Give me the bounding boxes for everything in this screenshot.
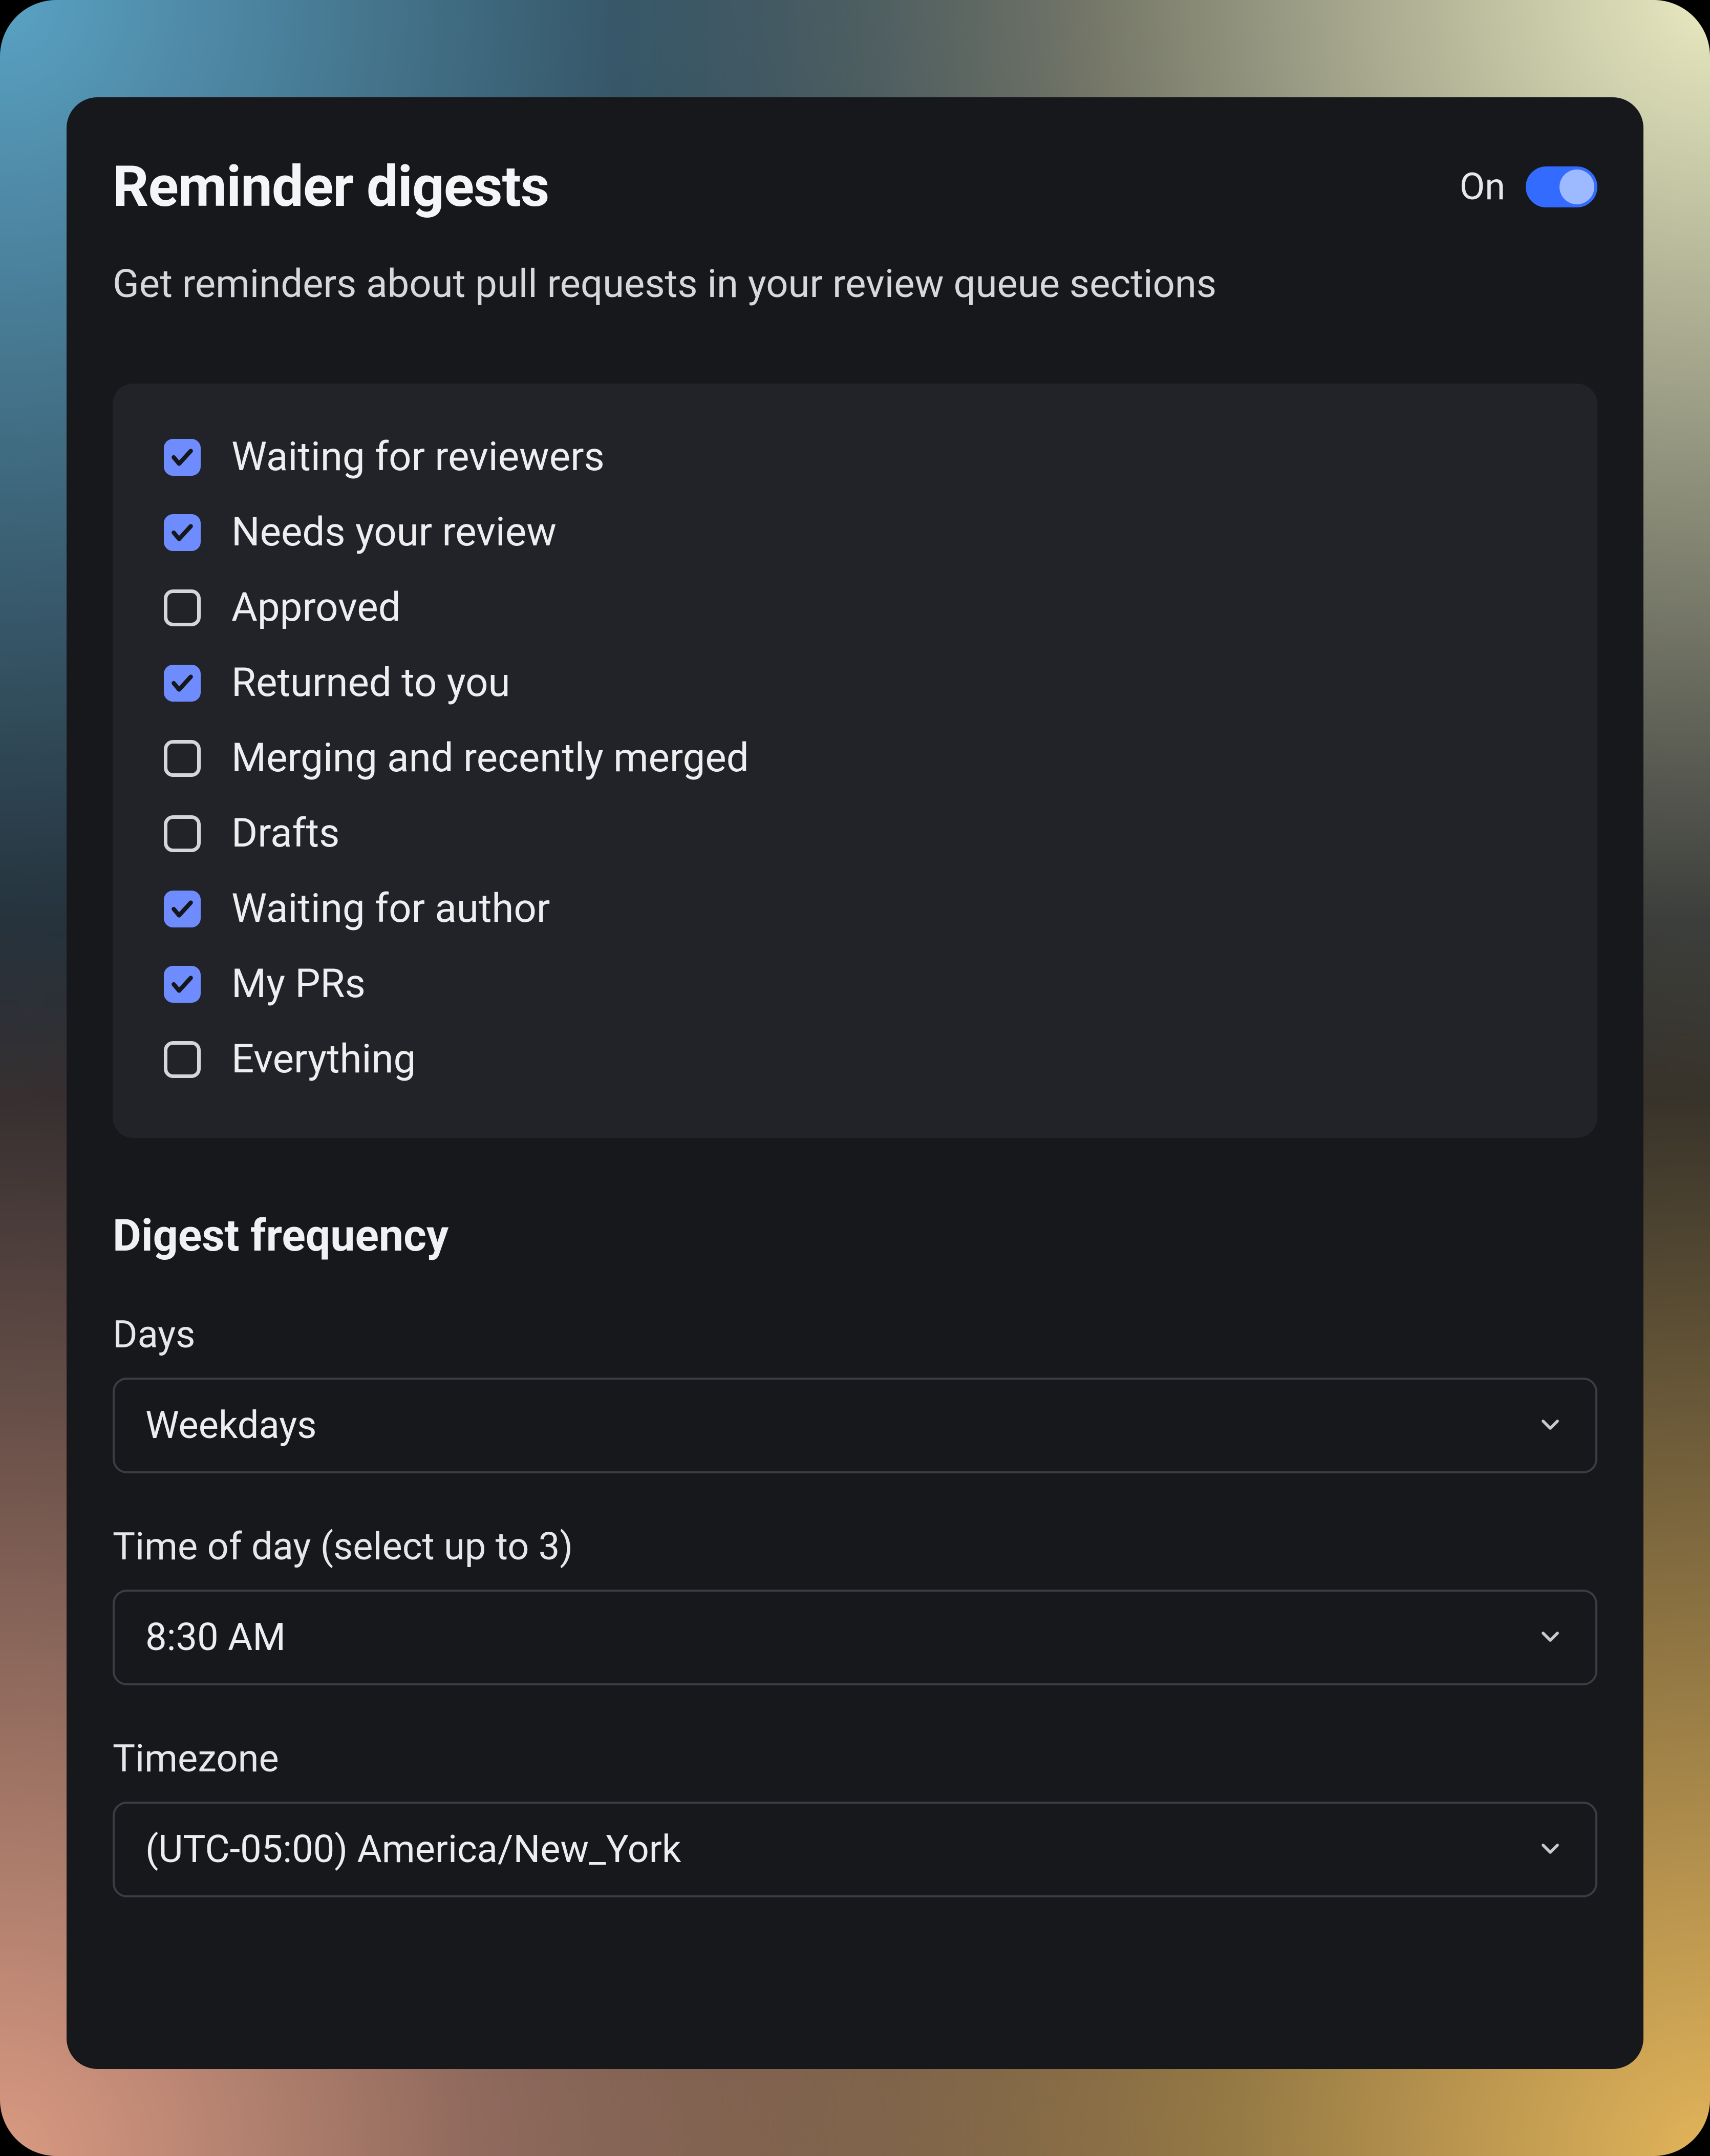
days-select[interactable]: Weekdays bbox=[113, 1378, 1597, 1473]
header-row: Reminder digests On bbox=[113, 154, 1597, 220]
section-label: Everything bbox=[231, 1036, 416, 1083]
page-title: Reminder digests bbox=[113, 154, 549, 220]
section-row[interactable]: Everything bbox=[164, 1022, 1546, 1097]
section-row[interactable]: My PRs bbox=[164, 946, 1546, 1022]
section-checkbox[interactable] bbox=[164, 1041, 201, 1078]
time-value: 8:30 AM bbox=[145, 1615, 286, 1660]
timezone-label: Timezone bbox=[113, 1737, 1597, 1781]
section-checkbox[interactable] bbox=[164, 665, 201, 702]
section-label: Returned to you bbox=[231, 660, 510, 706]
time-label: Time of day (select up to 3) bbox=[113, 1525, 1597, 1569]
frequency-heading: Digest frequency bbox=[113, 1210, 1597, 1261]
section-row[interactable]: Merging and recently merged bbox=[164, 721, 1546, 796]
section-label: Waiting for author bbox=[231, 885, 550, 932]
section-checkbox[interactable] bbox=[164, 439, 201, 476]
section-row[interactable]: Waiting for reviewers bbox=[164, 419, 1546, 495]
chevron-down-icon bbox=[1536, 1410, 1565, 1441]
chevron-down-icon bbox=[1536, 1622, 1565, 1653]
timezone-select[interactable]: (UTC-05:00) America/New_York bbox=[113, 1802, 1597, 1897]
section-row[interactable]: Waiting for author bbox=[164, 871, 1546, 946]
timezone-value: (UTC-05:00) America/New_York bbox=[145, 1827, 681, 1872]
window-frame: Reminder digests On Get reminders about … bbox=[0, 0, 1710, 2156]
section-row[interactable]: Drafts bbox=[164, 796, 1546, 871]
time-select[interactable]: 8:30 AM bbox=[113, 1590, 1597, 1685]
section-checkbox[interactable] bbox=[164, 740, 201, 777]
section-checkbox[interactable] bbox=[164, 891, 201, 927]
master-toggle-wrap: On bbox=[1460, 165, 1597, 208]
section-label: Waiting for reviewers bbox=[231, 434, 605, 480]
toggle-knob bbox=[1559, 170, 1594, 204]
section-row[interactable]: Returned to you bbox=[164, 645, 1546, 721]
days-label: Days bbox=[113, 1313, 1597, 1357]
section-checkbox[interactable] bbox=[164, 815, 201, 852]
timezone-field: Timezone (UTC-05:00) America/New_York bbox=[113, 1737, 1597, 1897]
section-label: Needs your review bbox=[231, 509, 557, 556]
page-subtitle: Get reminders about pull requests in you… bbox=[113, 261, 1597, 307]
section-label: My PRs bbox=[231, 961, 366, 1007]
section-label: Drafts bbox=[231, 810, 339, 857]
section-checkbox[interactable] bbox=[164, 966, 201, 1003]
section-checkbox[interactable] bbox=[164, 589, 201, 626]
section-checkbox[interactable] bbox=[164, 514, 201, 551]
days-value: Weekdays bbox=[145, 1403, 316, 1448]
chevron-down-icon bbox=[1536, 1834, 1565, 1865]
section-row[interactable]: Needs your review bbox=[164, 495, 1546, 570]
days-field: Days Weekdays bbox=[113, 1313, 1597, 1473]
section-row[interactable]: Approved bbox=[164, 570, 1546, 645]
master-toggle[interactable] bbox=[1526, 166, 1597, 207]
settings-panel: Reminder digests On Get reminders about … bbox=[67, 97, 1643, 2069]
time-field: Time of day (select up to 3) 8:30 AM bbox=[113, 1525, 1597, 1685]
master-toggle-label: On bbox=[1460, 165, 1505, 208]
sections-card: Waiting for reviewers Needs your review Ap… bbox=[113, 384, 1597, 1138]
section-label: Approved bbox=[231, 584, 401, 631]
section-label: Merging and recently merged bbox=[231, 735, 749, 781]
